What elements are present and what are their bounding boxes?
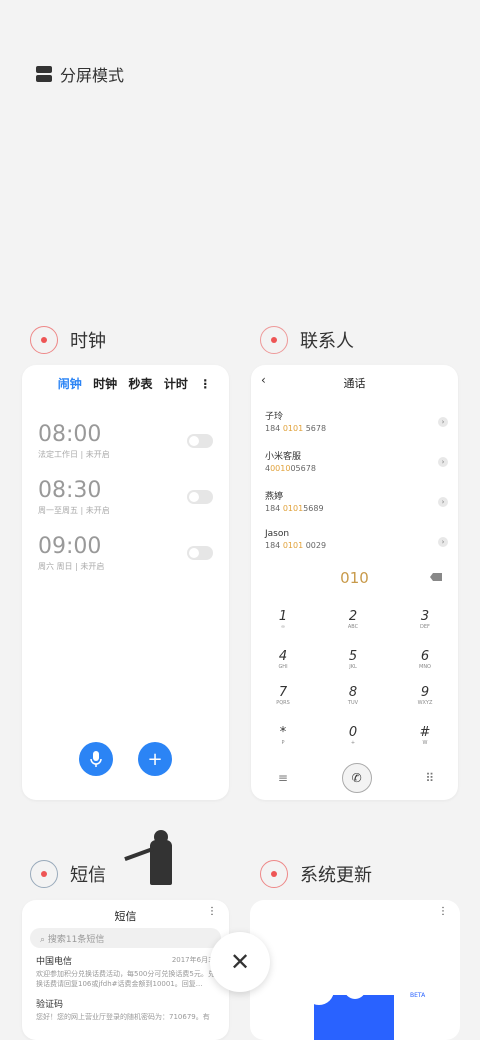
contact-number: 184 01015689 (265, 504, 324, 513)
dialer-header: ‹ 通话 (251, 365, 458, 391)
person-figure-image (124, 830, 180, 895)
backspace-icon[interactable] (430, 573, 442, 581)
more-menu-icon[interactable]: ⋮ (438, 906, 448, 917)
dial-key[interactable]: 3 DEF (405, 609, 445, 630)
dial-key[interactable]: 9 WXYZ (405, 685, 445, 706)
contact-item[interactable]: 燕婷 184 01015689 › (251, 483, 458, 523)
more-menu-icon[interactable]: ⋮ (199, 377, 211, 391)
contact-item[interactable]: Jason 184 0101 0029 › (251, 523, 458, 563)
contacts-app-title: 联系人 (300, 331, 354, 352)
alarm-row[interactable]: 08:00 法定工作日 | 未开启 (38, 422, 213, 478)
call-button[interactable]: ✆ (341, 763, 372, 793)
update-app-icon (260, 860, 288, 888)
menu-icon[interactable]: ≡ (278, 771, 288, 785)
keypad-icon[interactable]: ⠿ (425, 771, 434, 785)
dialer-title: 通话 (343, 377, 366, 390)
beta-label: BETA (410, 992, 426, 999)
contact-name: 子玲 (265, 412, 284, 422)
tab-timer[interactable]: 计时 (164, 375, 188, 392)
beta-illustration (304, 975, 394, 1040)
dial-key[interactable]: 2 ABC (333, 609, 373, 630)
sms-app-header[interactable]: 短信 (30, 860, 106, 888)
search-icon: ⌕ (40, 935, 48, 945)
add-alarm-button[interactable]: + (138, 742, 172, 776)
dialed-number: 010 (251, 569, 458, 587)
dial-key[interactable]: 6 MNO (405, 649, 445, 670)
contact-number: 184 0101 0029 (265, 541, 327, 550)
split-screen-label: 分屏模式 (60, 66, 125, 85)
close-icon: ✕ (229, 948, 251, 976)
sms-search-input[interactable]: ⌕ 搜索11条短信 (30, 928, 221, 948)
sms-sender: 验证码 (36, 1000, 64, 1010)
chevron-right-icon[interactable]: › (438, 537, 448, 547)
sms-card[interactable]: 短信 ⋮ ⌕ 搜索11条短信 中国电信 2017年6月30 欢迎参加积分兑换话费… (22, 900, 229, 1040)
dialer-bottom-bar: ≡ ✆ ⠿ (251, 756, 458, 800)
alarm-toggle[interactable] (187, 490, 213, 504)
dial-key[interactable]: 7 PQRS (263, 685, 303, 706)
chevron-right-icon[interactable]: › (438, 457, 448, 467)
chevron-right-icon[interactable]: › (438, 497, 448, 507)
more-menu-icon[interactable]: ⋮ (207, 906, 217, 917)
update-app-header[interactable]: 系统更新 (260, 860, 372, 888)
dial-key[interactable]: # W (405, 725, 445, 746)
sms-app-icon (30, 860, 58, 888)
sms-header: 短信 ⋮ (22, 900, 229, 928)
alarm-sub: 周六 周日 | 未开启 (38, 562, 105, 571)
split-screen-mode[interactable]: 分屏模式 (36, 62, 124, 86)
contact-number: 184 0101 5678 (265, 424, 327, 433)
contacts-card[interactable]: ‹ 通话 子玲 184 0101 5678 › 小米客服 4001005678 … (251, 365, 458, 800)
clock-card[interactable]: 闹钟 时钟 秒表 计时 ⋮ 08:00 法定工作日 | 未开启 08:30 周一… (22, 365, 229, 800)
back-icon[interactable]: ‹ (261, 373, 266, 387)
clock-tabs: 闹钟 时钟 秒表 计时 ⋮ (22, 365, 229, 392)
alarm-toggle[interactable] (187, 546, 213, 560)
contacts-app-icon (260, 326, 288, 354)
phone-icon: ✆ (351, 771, 362, 785)
alarm-row[interactable]: 08:30 周一至周五 | 未开启 (38, 478, 213, 534)
contacts-app-header[interactable]: 联系人 (260, 326, 354, 354)
search-placeholder: 搜索11条短信 (47, 935, 105, 945)
voice-alarm-button[interactable] (79, 742, 113, 776)
sms-preview: 欢迎参加积分兑换话费活动，每500分可兑换话费5元。兑换话费请回复106或jfd… (36, 970, 215, 988)
tab-clock[interactable]: 时钟 (93, 375, 117, 392)
alarm-row[interactable]: 09:00 周六 周日 | 未开启 (38, 534, 213, 590)
update-card[interactable]: ⋮ BETA (250, 900, 460, 1040)
contact-name: Jason (265, 529, 290, 539)
sms-header-title: 短信 (114, 910, 137, 923)
dial-key[interactable]: 8 TUV (333, 685, 373, 706)
tab-stopwatch[interactable]: 秒表 (128, 375, 152, 392)
update-app-title: 系统更新 (300, 865, 372, 886)
alarm-sub: 法定工作日 | 未开启 (38, 450, 110, 459)
alarm-sub: 周一至周五 | 未开启 (38, 506, 110, 515)
clock-app-title: 时钟 (70, 331, 106, 352)
dial-key[interactable]: 0 + (333, 725, 373, 746)
dial-key[interactable]: 5 JKL (333, 649, 373, 670)
sms-preview: 您好！您的网上营业厅登录的随机密码为：710679。有 (36, 1013, 210, 1021)
alarm-toggle[interactable] (187, 434, 213, 448)
dial-key[interactable]: * P (263, 725, 303, 746)
contact-name: 小米客服 (265, 452, 302, 462)
contact-number: 4001005678 (265, 464, 316, 473)
tab-alarm[interactable]: 闹钟 (58, 375, 82, 392)
clock-app-icon (30, 326, 58, 354)
plus-icon: + (147, 748, 163, 770)
microphone-icon (90, 751, 102, 767)
split-screen-icon (36, 66, 52, 82)
clock-app-header[interactable]: 时钟 (30, 326, 106, 354)
sms-app-title: 短信 (70, 865, 106, 886)
contact-name: 燕婷 (265, 492, 284, 502)
sms-list-item[interactable]: 验证码 您好！您的网上营业厅登录的随机密码为：710679。有 (22, 991, 229, 1024)
dial-key[interactable]: 4 GHI (263, 649, 303, 670)
contact-item[interactable]: 小米客服 4001005678 › (251, 443, 458, 483)
contact-item[interactable]: 子玲 184 0101 5678 › (251, 403, 458, 443)
sms-list-item[interactable]: 中国电信 2017年6月30 欢迎参加积分兑换话费活动，每500分可兑换话费5元… (22, 948, 229, 991)
chevron-right-icon[interactable]: › (438, 417, 448, 427)
close-all-button[interactable]: ✕ (210, 932, 270, 992)
dial-key[interactable]: 1 ∞ (263, 609, 303, 630)
